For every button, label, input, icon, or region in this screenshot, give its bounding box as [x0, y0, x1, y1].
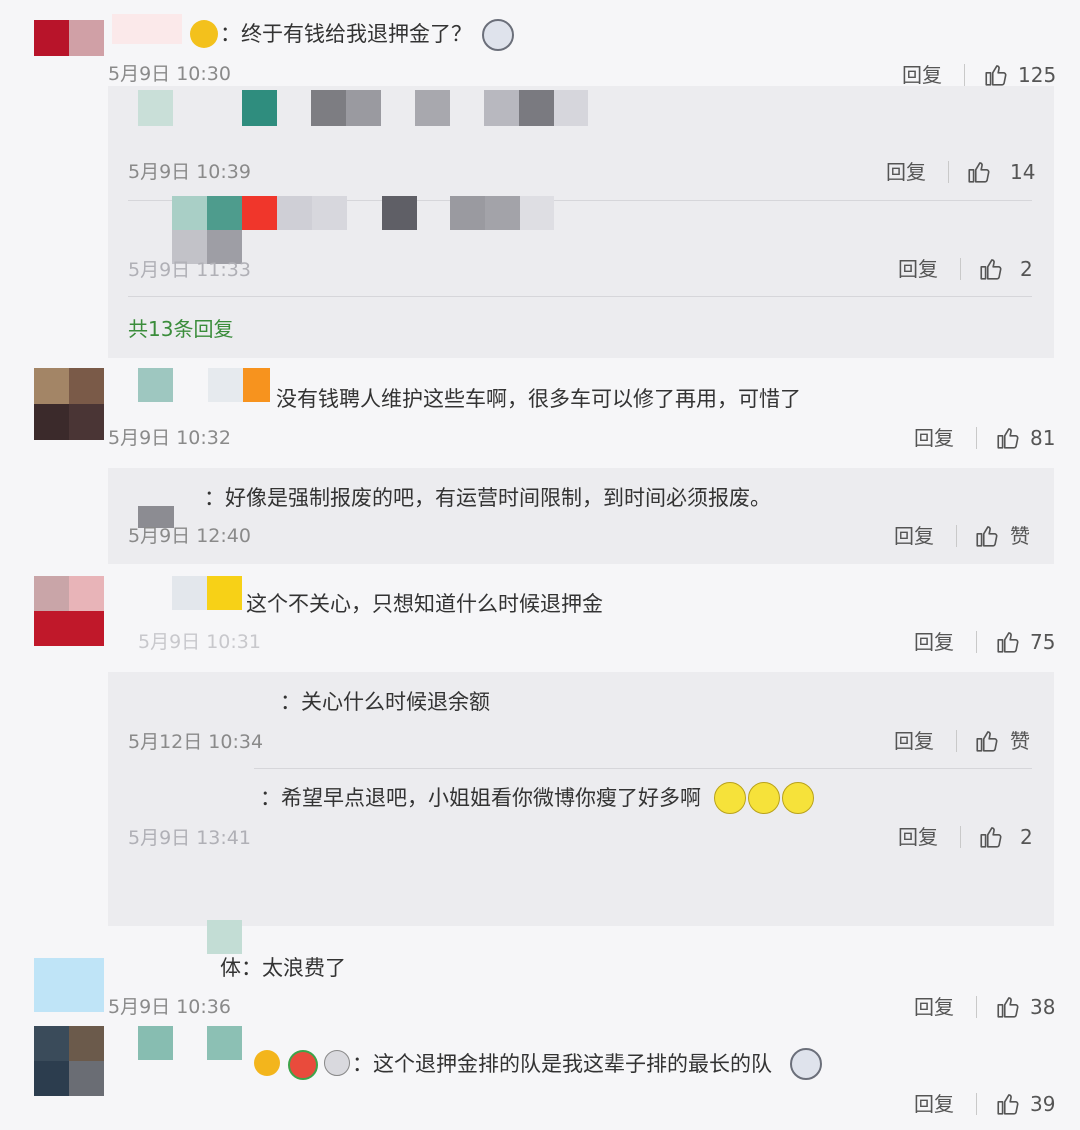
reply-button[interactable]: 回复 — [902, 62, 942, 88]
reply-content-mosaic — [172, 196, 554, 264]
reply-button[interactable]: 回复 — [894, 728, 934, 754]
username-mosaic[interactable] — [138, 1026, 242, 1060]
reply-time: 5月9日 13:41 — [128, 827, 251, 849]
divider — [128, 296, 1032, 297]
reply-button[interactable]: 回复 — [898, 256, 938, 282]
separator — [956, 525, 957, 547]
reply-time: 5月9日 12:40 — [128, 525, 251, 547]
reply-time: 5月9日 10:39 — [128, 161, 251, 183]
comment-text: ：这个退押金排的队是我这辈子排的最长的队 — [352, 1052, 772, 1076]
separator — [976, 631, 977, 653]
reply-button[interactable]: 回复 — [914, 425, 954, 451]
thumbs-up-icon[interactable] — [974, 523, 1000, 549]
separator — [964, 64, 965, 86]
comment-text: ：终于有钱给我退押金了？ — [220, 22, 472, 46]
thumbs-up-icon[interactable] — [974, 728, 1000, 754]
thumbs-up-icon[interactable] — [978, 824, 1004, 850]
like-count: 14 — [1010, 160, 1036, 184]
like-count: 2 — [1020, 825, 1033, 849]
separator — [976, 1093, 977, 1115]
reply-button[interactable]: 回复 — [898, 824, 938, 850]
separator — [976, 427, 977, 449]
reply-button[interactable]: 回复 — [914, 1091, 954, 1117]
comment-text: 体：太浪费了 — [220, 956, 346, 980]
reply-text: ：希望早点退吧，小姐姐看你微博你瘦了好多啊 — [260, 786, 701, 810]
like-count: 125 — [1018, 63, 1057, 87]
reply-button[interactable]: 回复 — [886, 159, 926, 185]
comment-text: 这个不关心，只想知道什么时候退押金 — [246, 592, 603, 616]
husky-emoji-icon — [790, 1048, 822, 1080]
watermelon-icon — [288, 1050, 318, 1080]
divider — [254, 768, 1032, 769]
like-count: 75 — [1030, 630, 1056, 654]
separator — [948, 161, 949, 183]
avatar[interactable] — [34, 1026, 104, 1096]
reply-panel: 5月9日 10:39 回复 14 5月9日 11:33 回复 2 共13条回复 — [108, 86, 1054, 358]
crown-badge-icon — [254, 1050, 280, 1076]
like-count: 39 — [1030, 1092, 1056, 1116]
separator — [956, 730, 957, 752]
username-mosaic[interactable] — [207, 920, 242, 954]
like-count: 81 — [1030, 426, 1056, 450]
thumbs-up-icon[interactable] — [983, 62, 1009, 88]
comment-text: 没有钱聘人维护这些车啊，很多车可以修了再用，可惜了 — [276, 387, 801, 411]
badge-emoji-icon — [190, 20, 218, 48]
username-mosaic[interactable] — [138, 368, 270, 402]
thumbs-up-icon[interactable] — [966, 159, 992, 185]
avatar[interactable] — [34, 368, 104, 440]
separator — [960, 258, 961, 280]
comment-time: 5月9日 10:31 — [138, 631, 261, 653]
avatar[interactable] — [34, 576, 104, 646]
reply-panel: ：关心什么时候退余额 5月12日 10:34 回复 赞 ：希望早点退吧，小姐姐看… — [108, 672, 1054, 926]
medal-icon — [324, 1050, 350, 1076]
comment-time: 5月9日 10:36 — [108, 996, 231, 1018]
reply-panel: ：好像是强制报废的吧，有运营时间限制，到时间必须报废。 5月9日 12:40 回… — [108, 468, 1054, 564]
lemon-emoji-icon — [748, 782, 780, 814]
avatar[interactable] — [34, 958, 104, 1012]
separator — [960, 826, 961, 848]
avatar[interactable] — [34, 20, 104, 56]
lemon-emoji-icon — [782, 782, 814, 814]
reply-content-mosaic — [138, 90, 588, 126]
reply-text: ：好像是强制报废的吧，有运营时间限制，到时间必须报废。 — [204, 486, 771, 510]
like-count: 赞 — [1010, 524, 1030, 548]
like-count: 赞 — [1010, 729, 1030, 753]
more-replies-link[interactable]: 共13条回复 — [128, 316, 233, 342]
like-count: 38 — [1030, 995, 1056, 1019]
separator — [976, 996, 977, 1018]
husky-emoji-icon — [482, 19, 514, 51]
reply-time: 5月9日 11:33 — [128, 259, 251, 281]
like-count: 2 — [1020, 257, 1033, 281]
comment-time: 5月9日 10:30 — [108, 63, 231, 85]
reply-text: ：关心什么时候退余额 — [280, 690, 490, 714]
thumbs-up-icon[interactable] — [995, 425, 1021, 451]
reply-button[interactable]: 回复 — [914, 629, 954, 655]
username-mosaic[interactable] — [172, 576, 242, 610]
reply-time: 5月12日 10:34 — [128, 731, 264, 753]
username-mosaic[interactable] — [112, 14, 182, 44]
reply-button[interactable]: 回复 — [914, 994, 954, 1020]
thumbs-up-icon[interactable] — [995, 994, 1021, 1020]
lemon-emoji-icon — [714, 782, 746, 814]
comment-time: 5月9日 10:32 — [108, 427, 231, 449]
reply-button[interactable]: 回复 — [894, 523, 934, 549]
thumbs-up-icon[interactable] — [978, 256, 1004, 282]
thumbs-up-icon[interactable] — [995, 1091, 1021, 1117]
thumbs-up-icon[interactable] — [995, 629, 1021, 655]
